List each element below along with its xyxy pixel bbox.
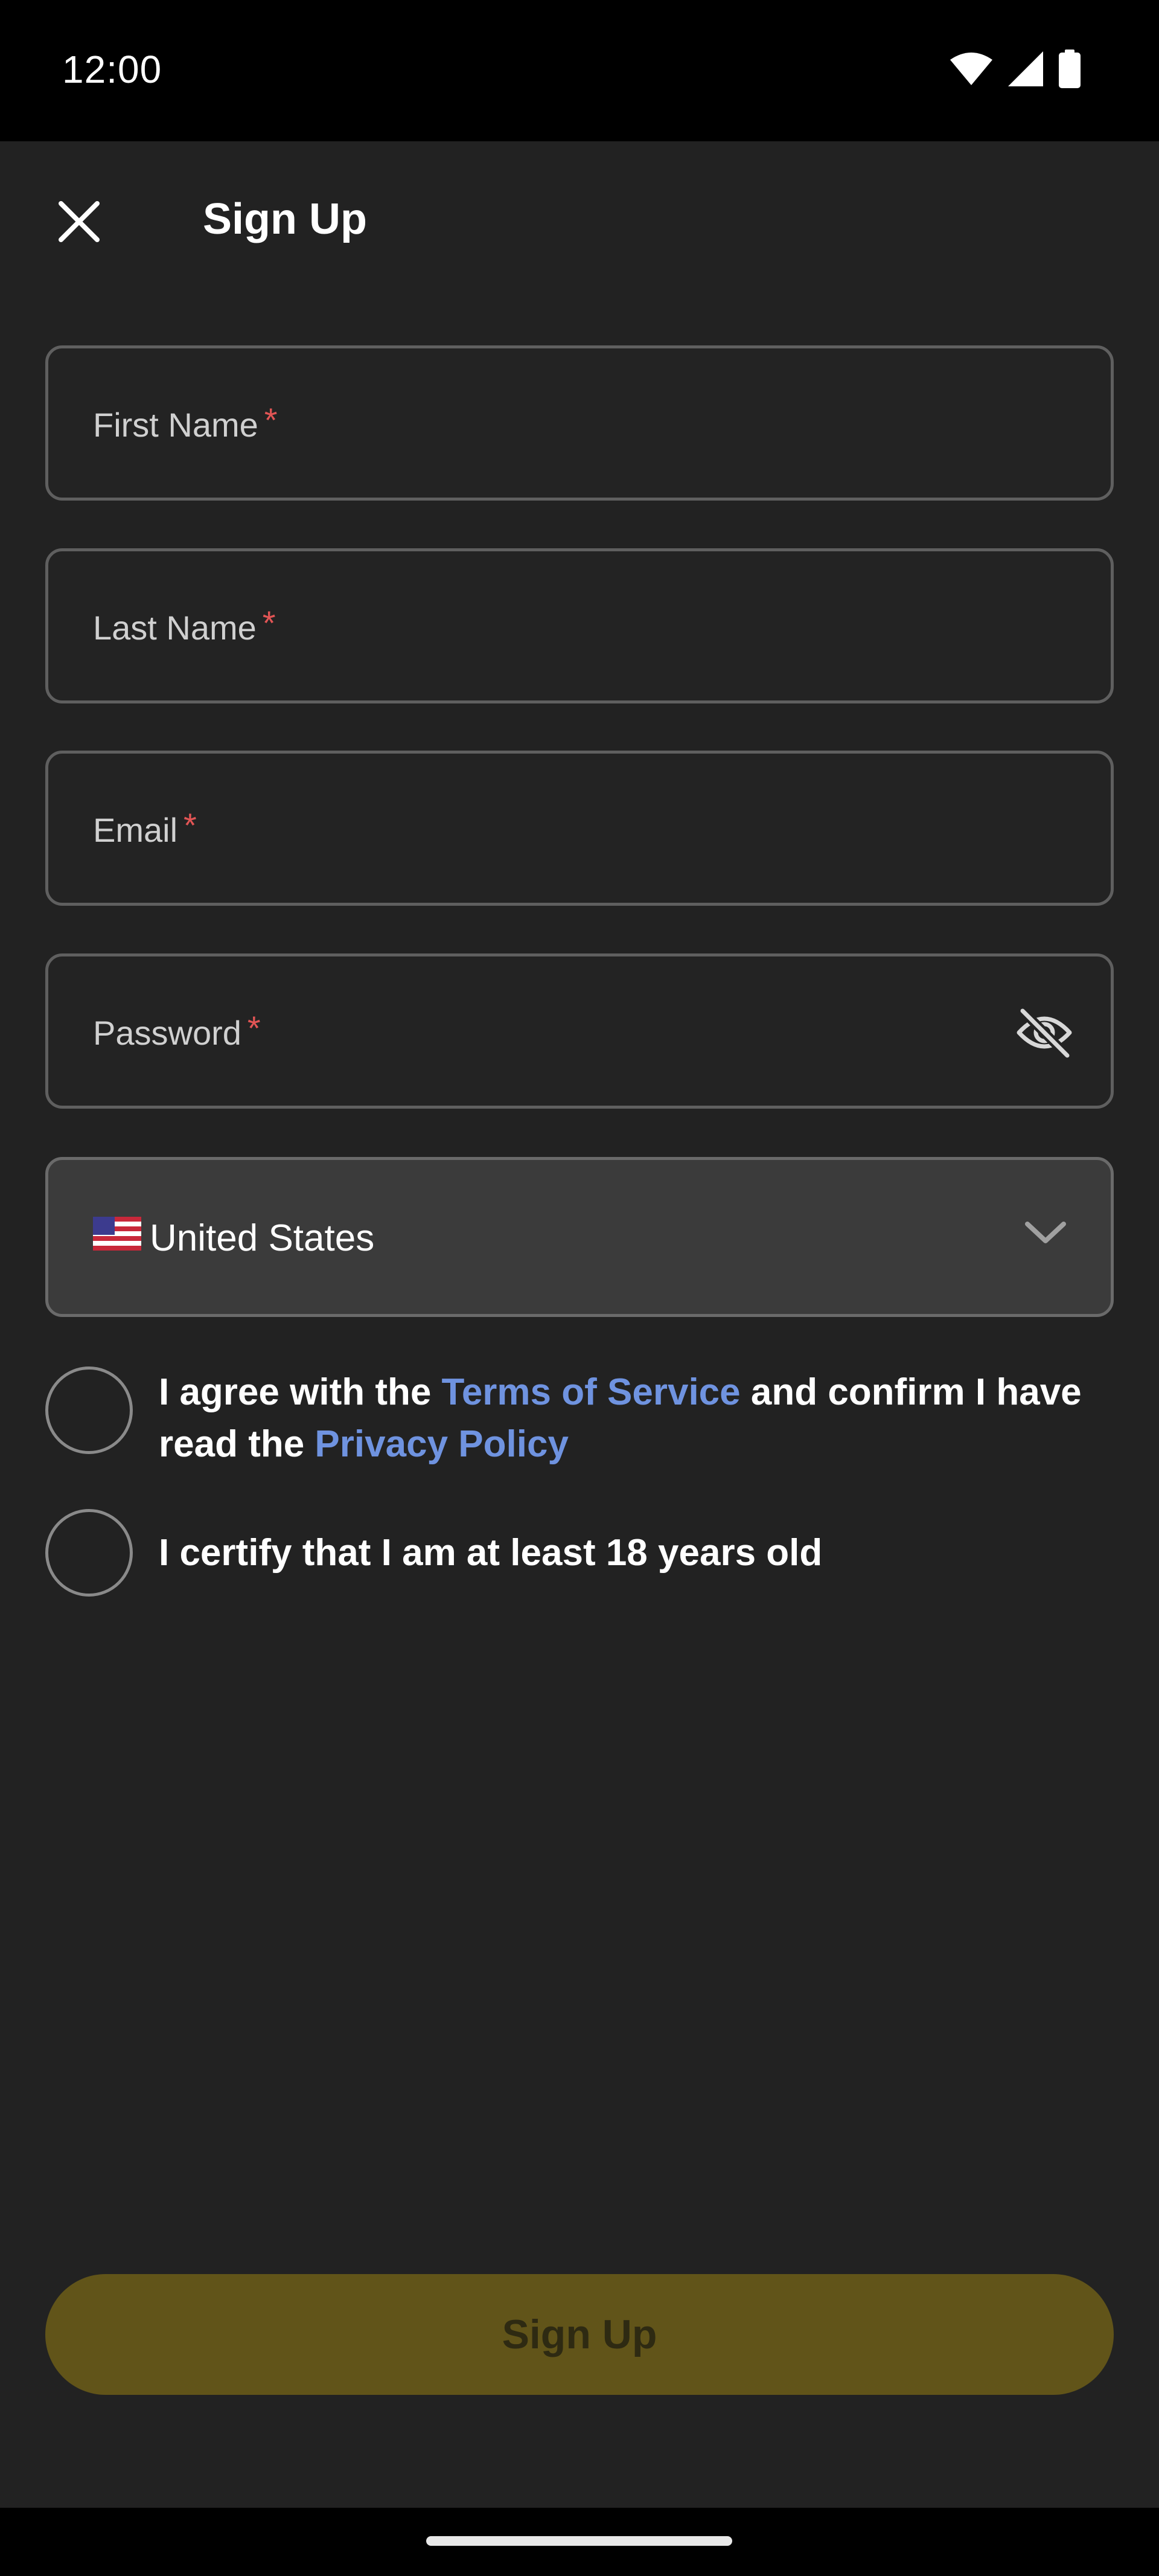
age-checkbox[interactable] [45,1509,133,1597]
password-input[interactable] [48,956,1111,1106]
page-title: Sign Up [203,195,367,243]
signup-screen: Sign Up First Name * Last Name * Email * Pa… [0,141,1159,2508]
close-icon [57,200,101,246]
chevron-down-icon [1024,1218,1067,1250]
terms-agreement-text: I agree with the Terms of Service and co… [159,1366,1100,1470]
first-name-field[interactable]: First Name * [45,345,1114,501]
last-name-input[interactable] [48,551,1111,700]
privacy-policy-link[interactable]: Privacy Policy [314,1423,569,1465]
close-button[interactable] [46,190,112,256]
last-name-field[interactable]: Last Name * [45,548,1114,703]
terms-agreement-row: I agree with the Terms of Service and co… [45,1366,1114,1470]
wifi-icon [950,52,992,88]
email-field[interactable]: Email * [45,751,1114,906]
app-bar: Sign Up [0,141,1159,292]
country-value: United States [150,1217,375,1259]
battery-icon [1059,49,1081,91]
us-flag-icon [93,1217,141,1251]
navigation-bar [0,2508,1159,2576]
cellular-signal-icon [1008,51,1043,89]
password-visibility-toggle[interactable] [1014,1006,1074,1062]
terms-of-service-link[interactable]: Terms of Service [442,1371,741,1413]
first-name-input[interactable] [48,348,1111,498]
status-time: 12:00 [62,48,162,91]
home-handle[interactable] [426,2536,732,2546]
age-certification-text: I certify that I am at least 18 years ol… [159,1531,823,1574]
sign-up-button-label: Sign Up [502,2312,657,2357]
age-certification-row: I certify that I am at least 18 years ol… [45,1509,1114,1597]
eye-off-icon [1015,1007,1073,1061]
terms-text-before: I agree with the [159,1371,442,1413]
terms-checkbox[interactable] [45,1366,133,1454]
status-icons [950,49,1081,91]
email-input[interactable] [48,754,1111,903]
password-field[interactable]: Password * [45,953,1114,1109]
country-select[interactable]: United States [45,1157,1114,1317]
sign-up-button[interactable]: Sign Up [45,2274,1114,2395]
status-bar: 12:00 [0,0,1159,141]
